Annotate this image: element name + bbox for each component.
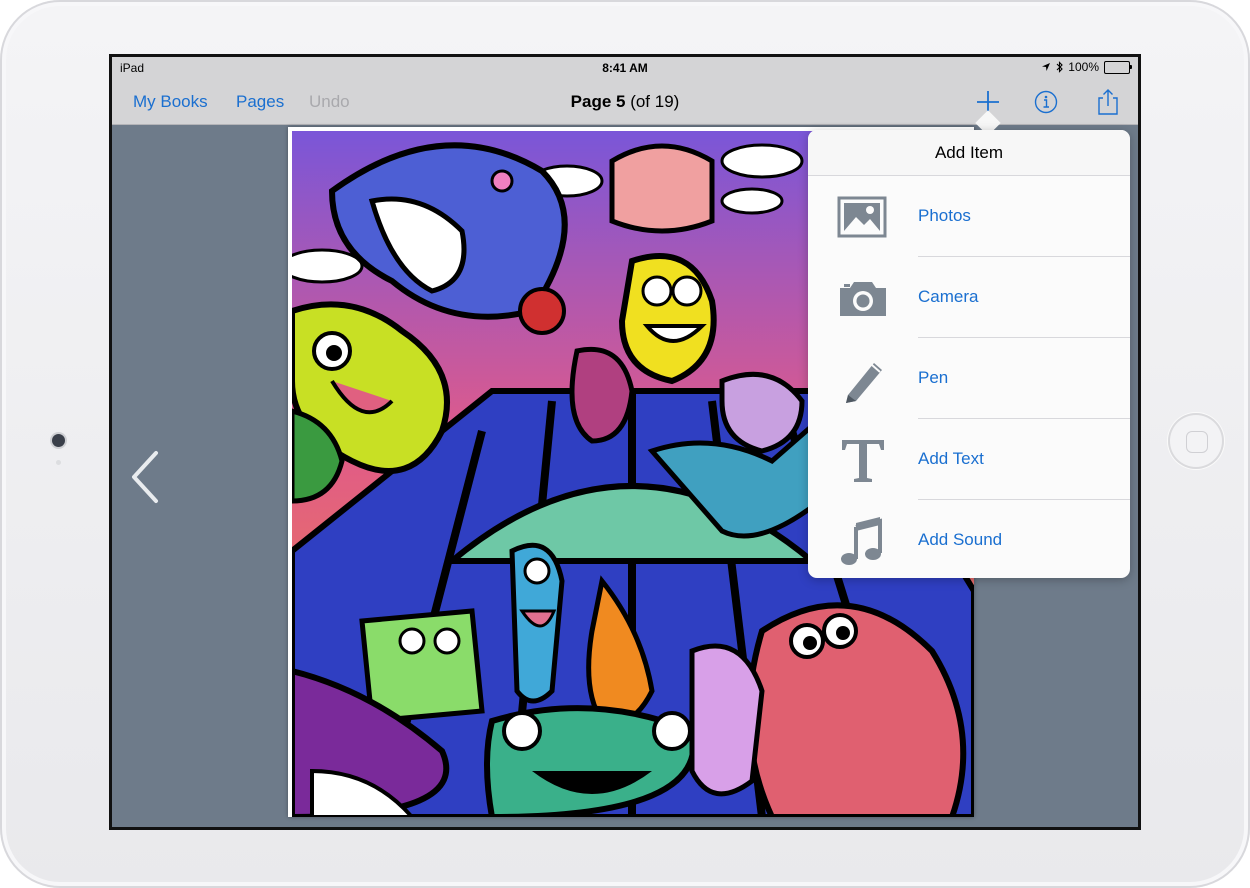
status-bar: iPad 8:41 AM 100%: [112, 57, 1138, 79]
add-text-label: Add Text: [918, 449, 984, 468]
camera-sensor: [56, 460, 61, 465]
bluetooth-icon: [1056, 61, 1064, 73]
page-number: Page 5: [570, 92, 626, 111]
add-sound-label: Add Sound: [918, 530, 1003, 549]
battery-icon: [1104, 60, 1132, 74]
chevron-left-icon[interactable]: [126, 449, 166, 509]
camera-icon: [840, 282, 886, 316]
status-time: 8:41 AM: [602, 61, 648, 75]
photo-icon: [837, 196, 887, 238]
screen: iPad 8:41 AM 100% My Books Pages Undo Pa…: [109, 54, 1141, 830]
add-photos-item[interactable]: Photos: [808, 176, 1130, 257]
camera-label: Camera: [918, 287, 979, 306]
home-button-icon: [1186, 431, 1208, 453]
add-pen-item[interactable]: Pen: [808, 338, 1130, 419]
app-window: iPad 8:41 AM 100% My Books Pages Undo Pa…: [112, 57, 1138, 827]
pen-label: Pen: [918, 368, 949, 387]
status-indicators: 100%: [1041, 60, 1132, 74]
share-icon[interactable]: [1095, 89, 1121, 115]
info-icon[interactable]: [1033, 89, 1059, 115]
add-sound-item[interactable]: Add Sound: [808, 500, 1130, 578]
pen-icon: [846, 363, 882, 403]
photos-label: Photos: [918, 206, 971, 225]
location-icon: [1042, 63, 1051, 71]
text-icon: [842, 440, 884, 482]
add-text-item[interactable]: Add Text: [808, 419, 1130, 500]
page-count: (of 19): [625, 92, 680, 111]
popover-title: Add Item: [808, 130, 1130, 176]
add-item-popover: Add Item Photos Camera Pen Add Text Add …: [808, 130, 1130, 578]
battery-percent: 100%: [1068, 60, 1099, 74]
music-note-icon: [841, 517, 882, 565]
ipad-device: iPad 8:41 AM 100% My Books Pages Undo Pa…: [0, 0, 1250, 888]
front-camera: [52, 434, 65, 447]
add-camera-item[interactable]: Camera: [808, 257, 1130, 338]
